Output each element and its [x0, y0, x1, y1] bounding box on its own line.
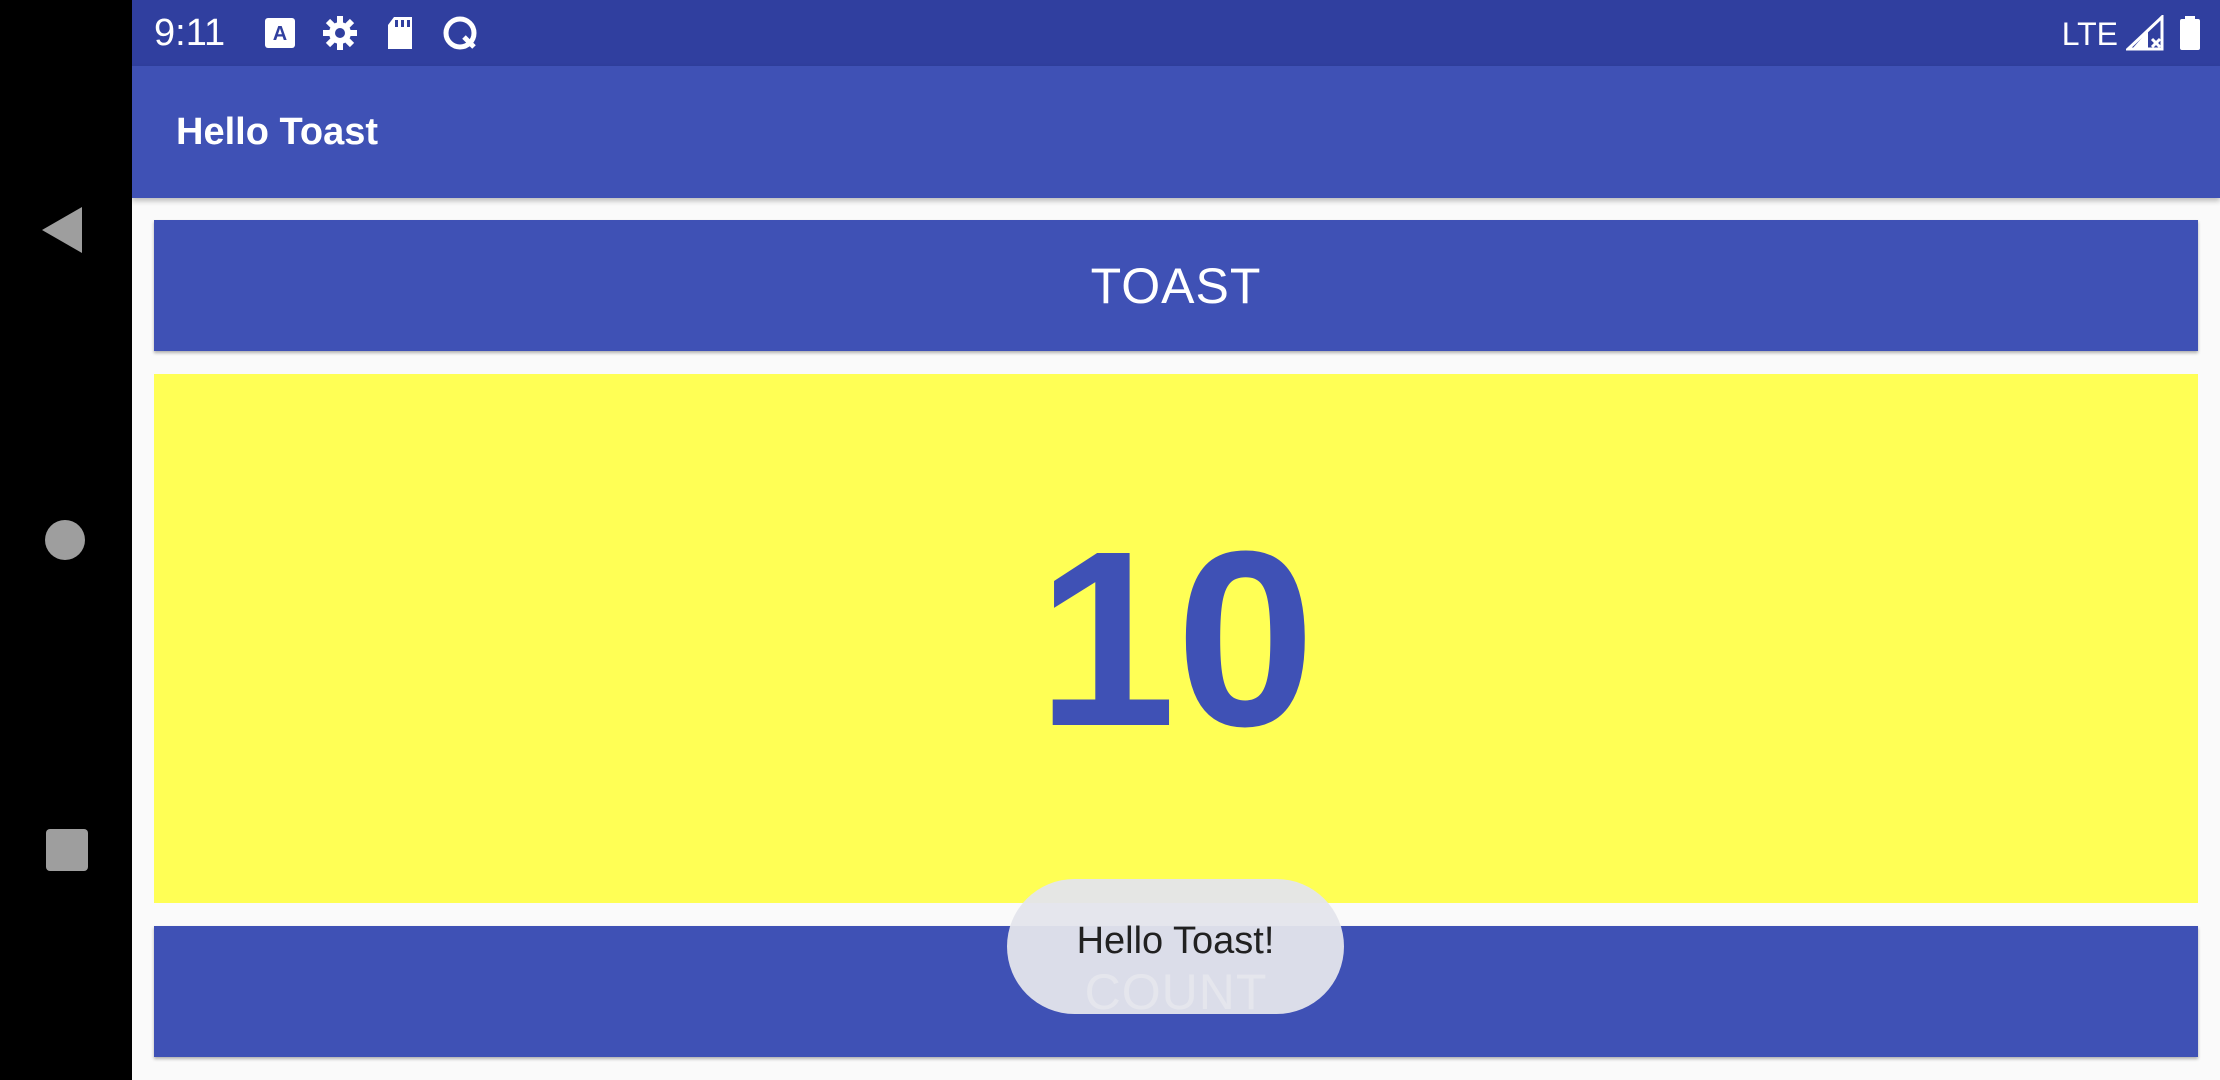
toast-button[interactable]: TOAST: [154, 220, 2198, 351]
status-bar: 9:11 A LTE: [132, 0, 2220, 66]
count-value: 10: [1036, 498, 1316, 778]
back-icon[interactable]: [40, 205, 84, 255]
battery-icon: [2180, 16, 2200, 50]
app-bar: Hello Toast: [132, 66, 2220, 198]
gear-icon: [323, 16, 357, 50]
toast-popup: Hello Toast!: [1007, 879, 1344, 1014]
count-display: 10: [154, 374, 2198, 903]
data-saver-icon: [443, 16, 477, 50]
app-title: Hello Toast: [176, 111, 378, 153]
signal-icon: [2126, 15, 2164, 51]
recents-icon[interactable]: [46, 829, 88, 871]
network-type: LTE: [2061, 16, 2118, 52]
toast-message: Hello Toast!: [1076, 920, 1275, 962]
system-navigation-bar: [0, 0, 132, 1080]
status-time: 9:11: [154, 12, 226, 54]
svg-text:A: A: [273, 23, 287, 45]
sd-card-icon: [388, 17, 412, 49]
text-recognition-icon: A: [265, 18, 295, 48]
home-icon[interactable]: [45, 520, 85, 560]
